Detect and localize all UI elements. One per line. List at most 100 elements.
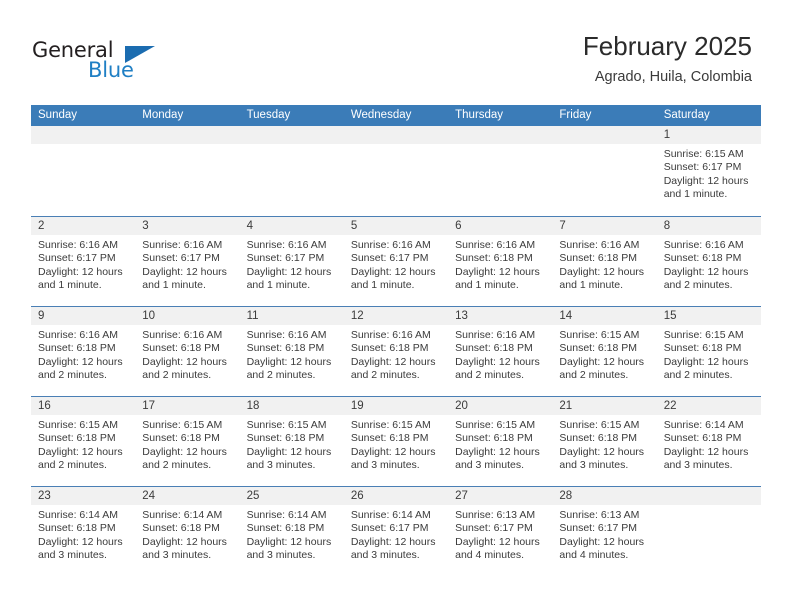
sunset-text: Sunset: 6:18 PM [663, 342, 742, 355]
calendar-week-row: 23 Sunrise: 6:14 AM Sunset: 6:18 PM Dayligh… [31, 486, 761, 576]
calendar-day-cell[interactable]: 10 Sunrise: 6:16 AM Sunset: 6:18 PM Dayligh… [135, 307, 240, 396]
sunset-text: Sunset: 6:17 PM [559, 522, 638, 535]
calendar-day-cell[interactable]: 17 Sunrise: 6:15 AM Sunset: 6:18 PM Dayligh… [135, 397, 240, 486]
day-details: Sunrise: 6:16 AM Sunset: 6:18 PM Daylight:… [552, 235, 656, 293]
day-details: Sunrise: 6:16 AM Sunset: 6:18 PM Daylight:… [31, 325, 135, 383]
sunset-text: Sunset: 6:18 PM [350, 432, 429, 445]
daylight-text: Daylight: 12 hours and 3 minutes. [350, 445, 436, 472]
day-number: 8 [663, 220, 671, 232]
general-blue-logo[interactable]: General Blue [32, 38, 162, 86]
weekday-header-wednesday: Wednesday [350, 109, 412, 121]
calendar-day-cell[interactable]: 21 Sunrise: 6:15 AM Sunset: 6:18 PM Dayligh… [552, 397, 657, 486]
sunrise-text: Sunrise: 6:14 AM [663, 419, 744, 431]
sunrise-text: Sunrise: 6:16 AM [455, 329, 536, 341]
calendar-day-cell[interactable]: 28 Sunrise: 6:13 AM Sunset: 6:17 PM Dayligh… [552, 487, 657, 576]
calendar-day-cell[interactable]: 11 Sunrise: 6:16 AM Sunset: 6:18 PM Dayligh… [239, 307, 344, 396]
calendar-day-cell[interactable]: 4 Sunrise: 6:16 AM Sunset: 6:17 PM Daylight… [239, 217, 344, 306]
day-number: 14 [559, 310, 573, 322]
calendar-day-cell[interactable]: 18 Sunrise: 6:15 AM Sunset: 6:18 PM Dayligh… [239, 397, 344, 486]
calendar-day-cell[interactable]: 25 Sunrise: 6:14 AM Sunset: 6:18 PM Dayligh… [239, 487, 344, 576]
sunrise-text: Sunrise: 6:16 AM [38, 329, 118, 341]
day-details: Sunrise: 6:15 AM Sunset: 6:18 PM Daylight:… [552, 415, 656, 473]
day-details: Sunrise: 6:14 AM Sunset: 6:18 PM Daylight:… [240, 505, 344, 563]
day-number-band: 22 [656, 397, 761, 415]
day-number-band: 8 [656, 217, 761, 235]
calendar-day-cell[interactable]: 23 Sunrise: 6:14 AM Sunset: 6:18 PM Dayligh… [31, 487, 136, 576]
day-details: Sunrise: 6:14 AM Sunset: 6:18 PM Daylight:… [31, 505, 135, 563]
sunset-text: Sunset: 6:18 PM [663, 432, 742, 445]
weekday-header-friday: Friday [559, 109, 592, 121]
day-number-band: 25 [239, 487, 344, 505]
daylight-text: Daylight: 12 hours and 2 minutes. [142, 445, 227, 472]
day-details: Sunrise: 6:15 AM Sunset: 6:18 PM Daylight:… [31, 415, 135, 473]
calendar-day-cell[interactable]: 19 Sunrise: 6:15 AM Sunset: 6:18 PM Dayligh… [343, 397, 449, 486]
calendar-day-cell[interactable]: 16 Sunrise: 6:15 AM Sunset: 6:18 PM Dayligh… [31, 397, 136, 486]
daylight-text: Daylight: 12 hours and 1 minute. [455, 265, 540, 292]
daylight-text: Daylight: 12 hours and 1 minute. [559, 265, 645, 292]
calendar-week-row: 16 Sunrise: 6:15 AM Sunset: 6:18 PM Dayligh… [31, 396, 761, 486]
day-number: 15 [663, 310, 677, 322]
day-number: 10 [142, 310, 156, 322]
sunset-text: Sunset: 6:18 PM [455, 432, 533, 445]
sunset-text: Sunset: 6:18 PM [559, 342, 638, 355]
day-number: 5 [350, 220, 358, 232]
day-number: 17 [142, 400, 156, 412]
calendar-day-cell[interactable]: 27 Sunrise: 6:13 AM Sunset: 6:17 PM Dayligh… [448, 487, 553, 576]
calendar-day-cell[interactable]: 14 Sunrise: 6:15 AM Sunset: 6:18 PM Dayligh… [552, 307, 657, 396]
calendar-day-cell[interactable]: 20 Sunrise: 6:15 AM Sunset: 6:18 PM Dayligh… [448, 397, 553, 486]
daylight-text: Daylight: 12 hours and 4 minutes. [455, 535, 540, 562]
calendar-day-cell[interactable]: 15 Sunrise: 6:15 AM Sunset: 6:18 PM Dayligh… [656, 307, 761, 396]
sunrise-text: Sunrise: 6:15 AM [559, 419, 640, 431]
daylight-text: Daylight: 12 hours and 3 minutes. [663, 445, 749, 472]
calendar-day-cell[interactable]: 1 Sunrise: 6:15 AM Sunset: 6:17 PM Daylight… [656, 126, 761, 216]
calendar-day-cell[interactable]: 26 Sunrise: 6:14 AM Sunset: 6:17 PM Dayligh… [343, 487, 449, 576]
sunset-text: Sunset: 6:17 PM [350, 522, 429, 535]
day-number-band [239, 126, 344, 144]
day-number: 6 [455, 220, 462, 232]
day-details: Sunrise: 6:15 AM Sunset: 6:18 PM Daylight:… [448, 415, 552, 473]
day-number: 18 [246, 400, 260, 412]
calendar-day-cell-empty [656, 487, 761, 576]
day-number-band: 17 [135, 397, 240, 415]
sunrise-text: Sunrise: 6:16 AM [246, 329, 327, 341]
day-number: 27 [455, 490, 468, 502]
day-number-band [31, 126, 136, 144]
day-number-band: 1 [656, 126, 761, 144]
day-number: 9 [38, 310, 45, 322]
day-number: 20 [455, 400, 468, 412]
day-number-band: 6 [448, 217, 553, 235]
calendar-day-cell[interactable]: 12 Sunrise: 6:16 AM Sunset: 6:18 PM Dayligh… [343, 307, 449, 396]
day-number-band: 26 [343, 487, 449, 505]
sunrise-text: Sunrise: 6:16 AM [559, 239, 640, 251]
day-details: Sunrise: 6:16 AM Sunset: 6:18 PM Daylight:… [448, 235, 552, 293]
sunrise-text: Sunrise: 6:13 AM [455, 509, 536, 521]
day-number: 19 [350, 400, 364, 412]
sunset-text: Sunset: 6:17 PM [142, 252, 220, 265]
calendar-day-cell[interactable]: 3 Sunrise: 6:16 AM Sunset: 6:17 PM Daylight… [135, 217, 240, 306]
sunset-text: Sunset: 6:18 PM [246, 342, 325, 355]
calendar-day-cell[interactable]: 7 Sunrise: 6:16 AM Sunset: 6:18 PM Daylight… [552, 217, 657, 306]
day-details: Sunrise: 6:16 AM Sunset: 6:18 PM Daylight:… [657, 235, 761, 293]
day-number: 24 [142, 490, 156, 502]
day-details: Sunrise: 6:15 AM Sunset: 6:17 PM Daylight:… [657, 144, 761, 202]
calendar-day-cell[interactable]: 5 Sunrise: 6:16 AM Sunset: 6:17 PM Daylight… [343, 217, 449, 306]
day-number: 11 [246, 310, 259, 322]
day-number: 7 [559, 220, 566, 232]
calendar-day-cell[interactable]: 2 Sunrise: 6:16 AM Sunset: 6:17 PM Daylight… [31, 217, 136, 306]
calendar-day-cell[interactable]: 22 Sunrise: 6:14 AM Sunset: 6:18 PM Dayligh… [656, 397, 761, 486]
sunset-text: Sunset: 6:18 PM [142, 342, 220, 355]
calendar-day-cell[interactable]: 24 Sunrise: 6:14 AM Sunset: 6:18 PM Dayligh… [135, 487, 240, 576]
day-number: 3 [142, 220, 149, 232]
calendar-day-cell-empty [343, 126, 449, 216]
sunrise-text: Sunrise: 6:16 AM [38, 239, 118, 251]
calendar-day-cell[interactable]: 9 Sunrise: 6:16 AM Sunset: 6:18 PM Daylight… [31, 307, 136, 396]
daylight-text: Daylight: 12 hours and 4 minutes. [559, 535, 645, 562]
calendar-day-cell[interactable]: 8 Sunrise: 6:16 AM Sunset: 6:18 PM Daylight… [656, 217, 761, 306]
sunrise-text: Sunrise: 6:15 AM [142, 419, 223, 431]
sunrise-text: Sunrise: 6:16 AM [455, 239, 536, 251]
calendar-day-cell[interactable]: 13 Sunrise: 6:16 AM Sunset: 6:18 PM Dayligh… [448, 307, 553, 396]
calendar-day-cell[interactable]: 6 Sunrise: 6:16 AM Sunset: 6:18 PM Daylight… [448, 217, 553, 306]
day-number: 25 [246, 490, 260, 502]
day-number: 4 [246, 220, 253, 232]
sunrise-text: Sunrise: 6:13 AM [559, 509, 640, 521]
